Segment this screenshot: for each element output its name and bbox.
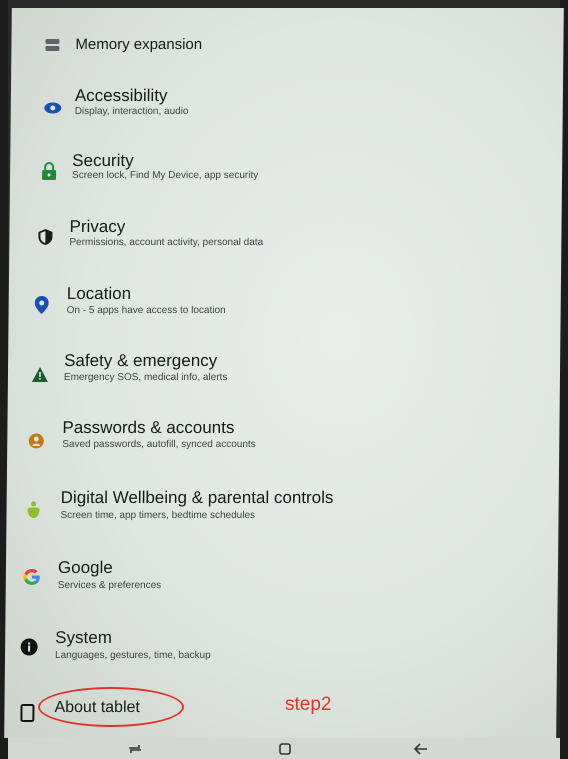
shield-icon (34, 226, 56, 248)
settings-item-security[interactable]: Security Screen lock, Find My Device, ap… (10, 148, 563, 208)
settings-item-title: Privacy (69, 217, 126, 236)
settings-item-title: Safety & emergency (64, 351, 218, 370)
info-icon (18, 636, 40, 658)
wellbeing-icon (22, 499, 44, 521)
settings-item-subtitle: Display, interaction, audio (74, 106, 189, 117)
home-icon[interactable] (270, 739, 300, 759)
annotation-step-label: step2 (285, 694, 332, 715)
settings-item-title: Location (66, 284, 132, 303)
settings-item-subtitle: Saved passwords, autofill, synced accoun… (62, 439, 256, 450)
settings-item-privacy[interactable]: Privacy Permissions, account activity, p… (9, 215, 562, 275)
key-person-icon (25, 430, 47, 452)
lock-icon (38, 160, 60, 182)
settings-item-location[interactable]: Location On - 5 apps have access to loca… (8, 282, 561, 342)
settings-screen: Memory expansion Accessibility Display, … (4, 8, 564, 738)
settings-item-title: Google (57, 558, 113, 577)
settings-item-subtitle: Emergency SOS, medical info, alerts (63, 372, 228, 383)
settings-item-title: Memory expansion (75, 36, 203, 53)
eye-icon (42, 97, 64, 119)
navigation-bar (8, 738, 560, 759)
settings-item-subtitle: On - 5 apps have access to location (66, 305, 226, 316)
memory-icon (41, 34, 63, 56)
warning-icon (29, 363, 51, 385)
recents-icon[interactable] (120, 739, 150, 759)
settings-item-subtitle: Permissions, account activity, personal … (69, 237, 264, 248)
settings-item-memory-expansion[interactable]: Memory expansion (11, 20, 564, 80)
settings-item-digital-wellbeing[interactable]: Digital Wellbeing & parental controls Sc… (6, 488, 559, 548)
settings-item-title: System (55, 628, 113, 647)
location-pin-icon (31, 294, 53, 316)
settings-item-subtitle: Services & preferences (57, 580, 162, 591)
settings-item-system[interactable]: System Languages, gestures, time, backup (5, 628, 558, 688)
settings-item-subtitle: Screen lock, Find My Device, app securit… (72, 170, 259, 181)
settings-item-google[interactable]: Google Services & preferences (5, 558, 558, 618)
google-icon (21, 566, 43, 588)
settings-item-passwords-accounts[interactable]: Passwords & accounts Saved passwords, au… (7, 418, 560, 478)
settings-item-title: Digital Wellbeing & parental controls (60, 488, 334, 507)
settings-item-title: Accessibility (74, 86, 168, 105)
back-icon[interactable] (406, 739, 436, 759)
tablet-icon (16, 702, 38, 724)
settings-item-title: Passwords & accounts (62, 418, 235, 437)
annotation-circle (38, 687, 184, 727)
settings-item-subtitle: Languages, gestures, time, backup (54, 650, 211, 661)
settings-item-subtitle: Screen time, app timers, bedtime schedul… (60, 510, 256, 521)
settings-item-accessibility[interactable]: Accessibility Display, interaction, audi… (10, 82, 563, 142)
settings-item-title: Security (72, 151, 134, 170)
settings-item-safety-emergency[interactable]: Safety & emergency Emergency SOS, medica… (8, 350, 561, 410)
